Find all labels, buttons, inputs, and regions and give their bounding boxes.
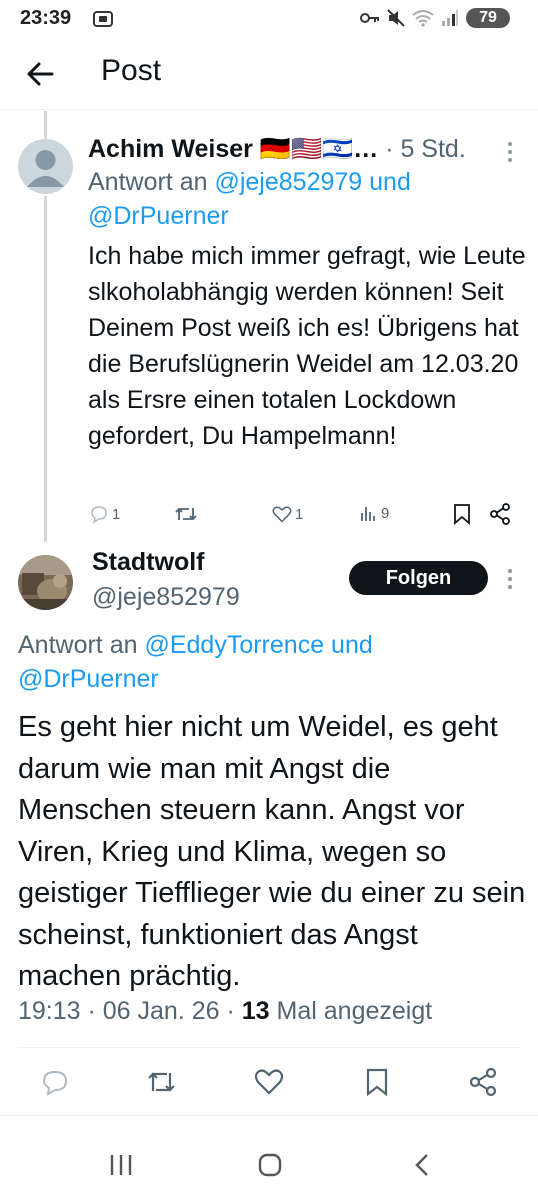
author-handle[interactable]: @jeje852979 [92,583,240,612]
bookmark-icon[interactable] [362,1067,392,1097]
author-flags: 🇩🇪🇺🇸🇮🇱… [259,135,379,163]
divider [0,1115,538,1116]
follow-button[interactable]: Folgen [349,561,488,595]
recent-apps-icon[interactable] [108,1152,134,1178]
post-metadata: 19:13 · 06 Jan. 26 · 13 Mal angezeigt [18,997,432,1026]
divider [18,1047,520,1048]
default-avatar-icon [27,150,64,187]
repost-icon [175,507,197,521]
reply-to-line: Antwort an @jeje852979 und @DrPuerner [88,165,508,233]
analytics-icon [361,507,375,521]
post-action-bar [0,1064,538,1100]
heart-icon[interactable] [254,1067,284,1097]
views-button[interactable]: 9 [360,504,389,522]
reply-to-prefix: Antwort an [18,631,138,659]
page-title: Post [101,54,162,87]
heart-icon [272,506,292,523]
share-icon[interactable] [489,503,511,525]
back-icon[interactable] [410,1152,436,1178]
thread-line [44,111,47,139]
comment-icon[interactable] [40,1067,70,1097]
thread-line [44,196,47,542]
reply-count: 1 [112,505,121,523]
comment-icon [91,506,107,524]
repost-icon[interactable] [146,1067,176,1097]
mute-icon [387,9,405,27]
author-name[interactable]: Achim Weiser [88,135,253,163]
battery-icon: 79 [466,8,510,28]
post-time[interactable]: · 5 Std. [385,135,466,163]
home-icon[interactable] [257,1152,283,1178]
status-time: 23:39 [20,7,72,29]
share-icon[interactable] [468,1067,498,1097]
battery-level: 79 [479,9,497,26]
post-text: Es geht hier nicht um Weidel, es geht da… [18,711,526,992]
more-options-icon[interactable] [500,566,520,592]
reply-button[interactable]: 1 [89,504,120,524]
reply-to-line: Antwort an @EddyTorrence und @DrPuerner [18,628,518,696]
reply-header: Achim Weiser 🇩🇪🇺🇸🇮🇱… · 5 Std. [88,135,466,164]
views-label: Mal angezeigt [276,997,433,1025]
repost-button[interactable] [174,504,198,524]
author-name[interactable]: Stadtwolf [92,548,205,577]
views-count: 13 [241,997,270,1025]
post-timestamp[interactable]: 19:13 · 06 Jan. 26 · [18,997,235,1025]
system-nav-bar [0,1130,538,1200]
like-button[interactable]: 1 [272,504,303,524]
signal-icon [442,10,458,26]
status-bar: 23:39 79 [0,0,538,36]
views-count: 9 [381,504,390,522]
top-app-bar: Post [0,40,538,110]
key-icon [360,13,379,23]
screenshot-icon [93,11,113,27]
reply-text: Ich habe mich immer gefragt, wie Leute s… [88,242,526,450]
profile-photo [18,555,73,610]
more-options-icon[interactable] [500,139,520,165]
avatar[interactable] [18,139,73,194]
arrow-left-icon[interactable] [22,56,58,92]
avatar[interactable] [18,555,73,610]
like-count: 1 [295,505,304,523]
reply-to-prefix: Antwort an [88,168,208,196]
wifi-icon [412,10,434,27]
bookmark-icon[interactable] [453,503,471,525]
reply-action-bar: 1 1 9 [0,500,538,530]
